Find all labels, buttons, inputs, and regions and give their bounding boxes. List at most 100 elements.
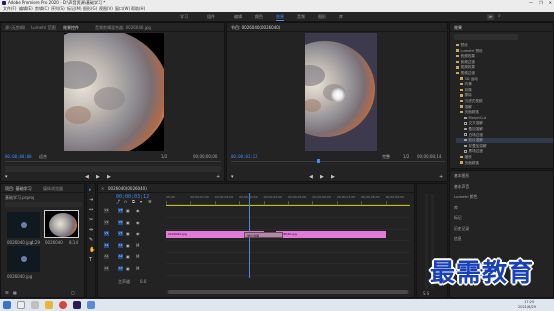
new-item-icon[interactable]: ▢: [71, 290, 75, 296]
source-step-back-icon[interactable]: ◀: [85, 174, 89, 180]
side-panel-item[interactable]: Lumetri 颜色: [454, 194, 477, 200]
workspace-tab-editing[interactable]: 编辑: [234, 14, 242, 20]
program-add-button-icon[interactable]: +: [439, 174, 443, 180]
app-taskbar-icon[interactable]: [87, 301, 95, 309]
wrench-icon[interactable]: ⚒: [148, 199, 152, 205]
windows-start-icon[interactable]: [3, 301, 11, 309]
workspace-overflow-button[interactable]: ≫: [487, 14, 494, 20]
eye-icon[interactable]: ◉: [136, 208, 140, 213]
transition-clip[interactable]: 胶片溶解: [244, 231, 284, 238]
workspace-tab-graphics[interactable]: 图形: [318, 14, 326, 20]
source-patch-toggle[interactable]: V1: [104, 208, 109, 213]
nest-icon[interactable]: ⤴: [116, 199, 120, 205]
effects-tree-item[interactable]: 擦除: [456, 93, 553, 98]
source-timecode[interactable]: 00;00;00;00: [5, 154, 32, 159]
source-fit-dropdown[interactable]: 适合: [39, 154, 47, 160]
search-icon[interactable]: ⌕: [498, 13, 501, 19]
side-panel-item[interactable]: 历史记录: [454, 226, 469, 232]
timeline-close-icon[interactable]: ✕: [101, 184, 104, 193]
track-target-toggle[interactable]: V3: [118, 208, 123, 213]
source-patch-toggle[interactable]: V1: [104, 219, 109, 225]
program-step-forward-icon[interactable]: ▶: [331, 174, 335, 180]
source-zoom-dropdown[interactable]: 1/2: [161, 154, 167, 159]
icon-view-icon[interactable]: ▦: [13, 290, 17, 296]
effects-tree-item[interactable]: 视频过渡: [456, 71, 553, 76]
lock-icon[interactable]: ▣: [126, 220, 130, 225]
file-explorer-icon[interactable]: [45, 301, 53, 309]
program-marker-icon[interactable]: ▾: [231, 174, 234, 180]
effects-tree-item[interactable]: 交叉溶解: [456, 121, 553, 126]
project-search-input[interactable]: [5, 202, 82, 207]
effects-tree-item[interactable]: 胶片溶解: [456, 138, 553, 143]
mute-icon[interactable]: M: [136, 266, 139, 271]
source-patch-toggle[interactable]: A1: [104, 242, 109, 248]
effects-tree-item[interactable]: MorphCut: [456, 116, 553, 121]
workspace-tab-color[interactable]: 颜色: [255, 14, 263, 20]
effects-tree-item[interactable]: 沉浸式视频: [456, 99, 553, 104]
effects-tree-item[interactable]: 页面剥落: [456, 110, 553, 115]
add-marker-icon[interactable]: ▾: [140, 199, 142, 205]
side-panel-item[interactable]: 标记: [454, 215, 462, 221]
project-item-1-name[interactable]: 0026040.jpg: [7, 240, 32, 245]
meter-solo-icon[interactable]: S S: [423, 291, 429, 296]
premiere-taskbar-icon[interactable]: [73, 301, 81, 309]
ripple-edit-tool-icon[interactable]: ↔: [89, 207, 93, 213]
tab-program[interactable]: 节目: 0026040(0026040): [231, 23, 280, 32]
program-resolution-dropdown[interactable]: 1/2: [403, 154, 409, 159]
track-target-toggle[interactable]: V1: [118, 231, 123, 236]
tab-lumetri-scopes[interactable]: Lumetri 范围: [31, 23, 56, 32]
lock-icon[interactable]: ▣: [126, 266, 130, 271]
tab-effects[interactable]: 效果: [454, 23, 462, 32]
effects-tree-item[interactable]: 音频效果: [456, 54, 553, 59]
side-panel-item[interactable]: 基本声音: [454, 184, 469, 190]
effects-tree-item[interactable]: 划像: [456, 88, 553, 93]
effects-tree-item[interactable]: 视频效果: [456, 65, 553, 70]
effects-tree-item[interactable]: 非叠加溶解: [456, 144, 553, 149]
lock-icon[interactable]: ▣: [126, 243, 130, 248]
effects-tree-item[interactable]: 页面剥落: [456, 161, 553, 166]
effects-tree-item[interactable]: 音频过渡: [456, 60, 553, 65]
project-item-2-name[interactable]: 0026040: [45, 240, 63, 245]
source-patch-toggle[interactable]: V1: [104, 231, 109, 236]
timeline-ruler[interactable]: 00;0000;00;01;0000;00;02;0000;00;03;0000…: [166, 193, 410, 205]
tab-source[interactable]: 源:(无剪辑): [5, 23, 25, 32]
program-play-icon[interactable]: ▶: [320, 174, 324, 180]
source-patch-toggle[interactable]: A1: [104, 265, 109, 271]
razor-tool-icon[interactable]: ✂: [89, 217, 93, 223]
program-step-back-icon[interactable]: ◀: [309, 174, 313, 180]
program-playhead[interactable]: [317, 159, 320, 163]
linked-selection-icon[interactable]: ⧉: [132, 199, 135, 205]
tab-project[interactable]: 项目: 基础学习: [5, 184, 32, 193]
eye-icon[interactable]: ◉: [136, 231, 140, 236]
effects-tree-item[interactable]: 叠加溶解: [456, 127, 553, 132]
tab-effect-controls[interactable]: 效果控件: [63, 23, 79, 32]
source-play-icon[interactable]: ▶: [96, 174, 100, 180]
program-timecode[interactable]: 00;00;03;12: [231, 154, 258, 159]
project-thumb-1[interactable]: [7, 212, 40, 238]
chrome-icon[interactable]: [59, 301, 67, 309]
project-item-3-name[interactable]: 0026040.jpg: [7, 274, 32, 279]
search-taskbar-icon[interactable]: [17, 301, 25, 309]
program-scrub-bar[interactable]: [231, 161, 445, 162]
effects-tree-item[interactable]: Lumetri 预设: [456, 49, 553, 54]
source-timeline-strip[interactable]: [5, 166, 221, 172]
work-area-bar[interactable]: [166, 205, 410, 206]
hand-tool-icon[interactable]: ✋: [89, 247, 95, 253]
source-add-button-icon[interactable]: +: [216, 174, 220, 180]
source-patch-toggle[interactable]: A1: [104, 254, 109, 259]
side-panel-item[interactable]: 基本图形: [454, 173, 469, 179]
effects-tree-item[interactable]: 白场过渡: [456, 133, 553, 138]
track-target-toggle[interactable]: A3: [118, 265, 123, 271]
lock-icon[interactable]: ▣: [126, 254, 130, 259]
tab-media-browser[interactable]: 媒体浏览器: [43, 184, 63, 193]
slip-tool-icon[interactable]: ⇹: [89, 227, 93, 233]
track-target-toggle[interactable]: V2: [118, 219, 123, 225]
workspace-tab-assembly[interactable]: 组件: [207, 14, 215, 20]
lock-icon[interactable]: ▣: [126, 231, 130, 236]
pen-tool-icon[interactable]: ✎: [89, 237, 93, 243]
source-step-forward-icon[interactable]: ▶: [107, 174, 111, 180]
timeline-horizontal-scrollbar[interactable]: [166, 290, 410, 294]
effects-tree-item[interactable]: 3D 运动: [456, 77, 553, 82]
source-marker-icon[interactable]: ▾: [5, 174, 8, 180]
workspace-tab-effects[interactable]: 效果: [276, 14, 284, 21]
